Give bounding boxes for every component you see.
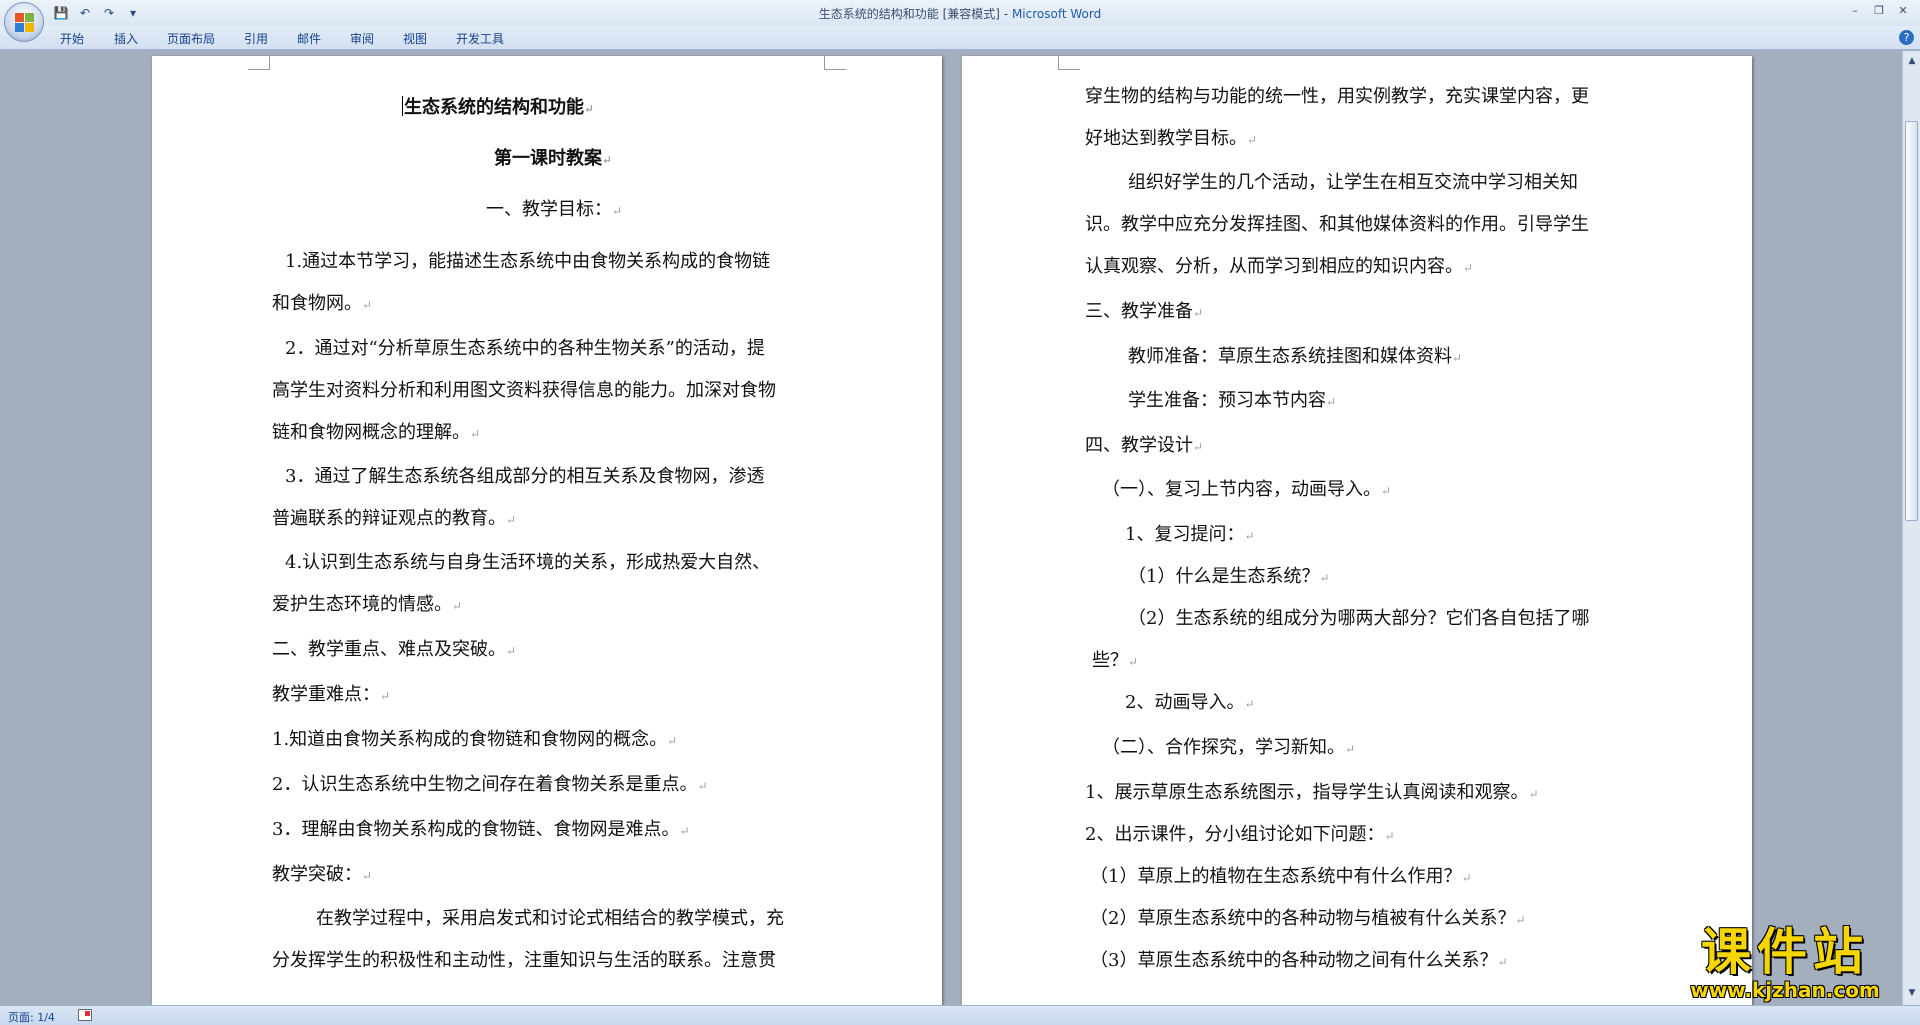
title-bar: 💾 ↶ ↷ ▾ 生态系统的结构和功能 [兼容模式] - Microsoft Wo…: [0, 0, 1920, 42]
text-line[interactable]: （2）草原生态系统中的各种动物与植被有什么关系？↵: [1090, 908, 1526, 931]
text-line[interactable]: （一）、复习上节内容，动画导入。↵: [1102, 479, 1391, 502]
text-line[interactable]: 1、复习提问：↵: [1125, 524, 1255, 547]
margin-corner-mark: [1058, 56, 1080, 70]
margin-corner-mark: [248, 56, 270, 70]
text-line[interactable]: （二）、合作探究，学习新知。↵: [1102, 737, 1355, 760]
text-line[interactable]: 组织好学生的几个活动，让学生在相互交流中学习相关知: [1128, 172, 1578, 194]
text-line[interactable]: 和食物网。↵: [272, 293, 372, 316]
window-title: 生态系统的结构和功能 [兼容模式] - Microsoft Word: [0, 5, 1920, 22]
text-line[interactable]: 2．通过对“分析草原生态系统中的各种生物关系”的活动，提: [285, 338, 765, 360]
scroll-up-icon[interactable]: ▲: [1904, 53, 1920, 69]
text-line[interactable]: 穿生物的结构与功能的统一性，用实例教学，充实课堂内容，更: [1085, 86, 1589, 108]
tab-insert[interactable]: 插入: [114, 30, 138, 47]
text-line[interactable]: （2）生态系统的组成分为哪两大部分？它们各自包括了哪: [1128, 608, 1589, 630]
watermark-logo-text: 课件站: [1701, 923, 1869, 981]
title-separator: -: [999, 7, 1012, 21]
text-line[interactable]: 些？↵: [1092, 650, 1138, 673]
text-line[interactable]: 链和食物网概念的理解。↵: [272, 422, 480, 445]
text-line[interactable]: 三、教学准备↵: [1085, 301, 1203, 324]
office-button[interactable]: [4, 2, 44, 42]
scroll-down-icon[interactable]: ▼: [1904, 985, 1920, 1001]
app-name: Microsoft Word: [1011, 7, 1102, 21]
text-line[interactable]: 1.通过本节学习，能描述生态系统中由食物关系构成的食物链: [285, 251, 770, 273]
text-line[interactable]: 3．理解由食物关系构成的食物链、食物网是难点。↵: [272, 819, 690, 842]
text-line[interactable]: 高学生对资料分析和利用图文资料获得信息的能力。加深对食物: [272, 380, 776, 402]
text-line[interactable]: 2．认识生态系统中生物之间存在着食物关系是重点。↵: [272, 774, 708, 797]
proofing-status-icon[interactable]: [78, 1009, 92, 1021]
text-line[interactable]: 教学突破：↵: [272, 864, 372, 887]
text-line[interactable]: 1、展示草原生态系统图示，指导学生认真阅读和观察。↵: [1085, 782, 1539, 805]
tab-home[interactable]: 开始: [60, 30, 84, 47]
text-line[interactable]: （1）草原上的植物在生态系统中有什么作用？↵: [1090, 866, 1472, 889]
restore-icon[interactable]: ❐: [1868, 3, 1890, 19]
text-line[interactable]: （1）什么是生态系统？↵: [1128, 566, 1330, 589]
text-line[interactable]: 4.认识到生态系统与自身生活环境的关系，形成热爱大自然、: [285, 552, 770, 574]
page-count-status[interactable]: 页面: 1/4: [8, 1009, 55, 1025]
site-watermark: 课件站 www.kjzhan.com: [1665, 925, 1905, 1005]
watermark-url: www.kjzhan.com: [1690, 978, 1880, 1002]
document-workspace[interactable]: 生态系统的结构和功能↵ 第一课时教案↵ 一、教学目标：↵ 1.通过本节学习，能描…: [0, 51, 1902, 1005]
document-page-2[interactable]: 穿生物的结构与功能的统一性，用实例教学，充实课堂内容，更 好地达到教学目标。↵ …: [962, 56, 1752, 1005]
text-line[interactable]: 爱护生态环境的情感。↵: [272, 594, 462, 617]
tab-mailings[interactable]: 邮件: [297, 30, 321, 47]
margin-corner-mark: [824, 56, 846, 70]
text-line[interactable]: （3）草原生态系统中的各种动物之间有什么关系？↵: [1090, 950, 1508, 973]
office-logo-icon: [15, 13, 35, 33]
text-line[interactable]: 教学重难点：↵: [272, 684, 390, 707]
text-line[interactable]: 认真观察、分析，从而学习到相应的知识内容。↵: [1085, 256, 1473, 279]
text-line[interactable]: 识。教学中应充分发挥挂图、和其他媒体资料的作用。引导学生: [1085, 214, 1589, 236]
tab-review[interactable]: 审阅: [350, 30, 374, 47]
vertical-scrollbar[interactable]: ▲ ▼: [1902, 51, 1920, 1005]
minimize-icon[interactable]: –: [1844, 3, 1866, 19]
text-cursor: [402, 96, 403, 116]
document-title: 生态系统的结构和功能 [兼容模式]: [818, 7, 1000, 21]
text-line[interactable]: 一、教学目标：↵: [486, 199, 622, 222]
text-line[interactable]: 学生准备：预习本节内容↵: [1128, 390, 1336, 413]
status-bar: 页面: 1/4: [0, 1005, 1920, 1025]
scrollbar-thumb[interactable]: [1905, 121, 1918, 521]
text-line[interactable]: 3．通过了解生态系统各组成部分的相互关系及食物网，渗透: [285, 466, 764, 488]
text-line[interactable]: 2、动画导入。↵: [1125, 692, 1255, 715]
text-line[interactable]: 普遍联系的辩证观点的教育。↵: [272, 508, 516, 531]
text-line[interactable]: 在教学过程中，采用启发式和讨论式相结合的教学模式，充: [316, 908, 784, 930]
document-page-1[interactable]: 生态系统的结构和功能↵ 第一课时教案↵ 一、教学目标：↵ 1.通过本节学习，能描…: [152, 56, 942, 1005]
text-line[interactable]: 好地达到教学目标。↵: [1085, 128, 1257, 151]
subtitle-line[interactable]: 第一课时教案↵: [494, 148, 612, 171]
tab-view[interactable]: 视图: [403, 30, 427, 47]
tab-references[interactable]: 引用: [244, 30, 268, 47]
help-icon[interactable]: ?: [1899, 30, 1914, 45]
window-controls: – ❐ ✕: [1844, 3, 1914, 19]
tab-developer[interactable]: 开发工具: [456, 30, 504, 47]
ribbon-tabs: 开始 插入 页面布局 引用 邮件 审阅 视图 开发工具 ?: [0, 26, 1920, 50]
text-line[interactable]: 二、教学重点、难点及突破。↵: [272, 639, 516, 662]
text-line[interactable]: 四、教学设计↵: [1085, 435, 1203, 458]
close-icon[interactable]: ✕: [1892, 3, 1914, 19]
text-line[interactable]: 2、出示课件，分小组讨论如下问题：↵: [1085, 824, 1395, 847]
text-line[interactable]: 教师准备：草原生态系统挂图和媒体资料↵: [1128, 346, 1462, 369]
text-line[interactable]: 1.知道由食物关系构成的食物链和食物网的概念。↵: [272, 729, 677, 752]
document-title-line[interactable]: 生态系统的结构和功能↵: [402, 96, 594, 120]
tab-page-layout[interactable]: 页面布局: [167, 30, 215, 47]
text-line[interactable]: 分发挥学生的积极性和主动性，注重知识与生活的联系。注意贯: [272, 950, 776, 972]
